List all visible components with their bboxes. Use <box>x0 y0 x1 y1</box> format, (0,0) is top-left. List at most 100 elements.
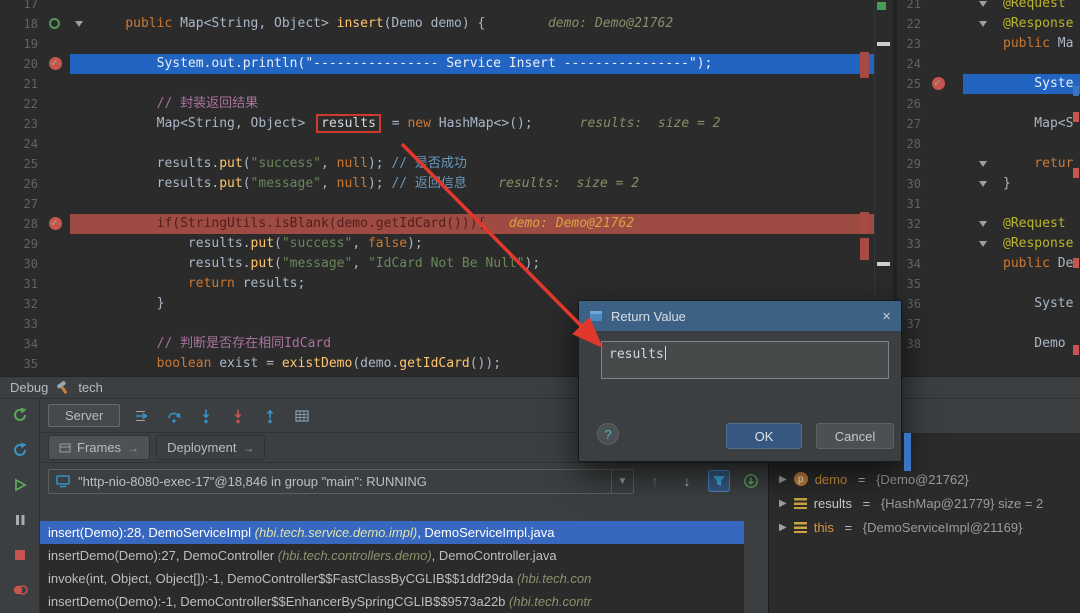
step-over-button[interactable] <box>164 407 184 425</box>
gutter[interactable]: 37 <box>897 314 963 334</box>
expand-chevron-icon[interactable]: ▶ <box>779 474 787 485</box>
expand-chevron-icon[interactable]: ▶ <box>779 522 787 533</box>
ok-button[interactable]: OK <box>726 423 802 449</box>
cancel-button[interactable]: Cancel <box>816 423 894 449</box>
code-text[interactable]: @Response <box>963 14 1080 34</box>
gutter[interactable]: 31 <box>0 274 70 294</box>
gutter[interactable]: 35 <box>897 274 963 294</box>
code-text[interactable]: results.put("success", null); // 是否成功 <box>70 154 874 174</box>
gutter[interactable]: 36 <box>897 294 963 314</box>
variables-scrollbar-thumb[interactable] <box>904 433 911 471</box>
code-text[interactable]: System.out.println("---------------- Ser… <box>70 54 874 74</box>
editor-pane-right[interactable]: 21@Request22@Response23public Ma2425 Sys… <box>897 0 1080 376</box>
tab-server[interactable]: Server <box>48 404 120 427</box>
tab-deployment[interactable]: Deployment → <box>156 435 265 460</box>
bean-icon[interactable] <box>49 18 60 29</box>
code-text[interactable]: @Request <box>963 0 1080 14</box>
resume-button[interactable] <box>12 477 28 493</box>
code-text[interactable] <box>963 134 1080 154</box>
stack-frame-row[interactable]: insertDemo(Demo):-1, DemoController$$Enh… <box>40 590 744 613</box>
code-text[interactable]: Demo <box>963 334 1080 354</box>
gutter[interactable]: 29 <box>0 234 70 254</box>
gutter[interactable]: 28 <box>897 134 963 154</box>
gutter[interactable]: 21 <box>0 74 70 94</box>
thread-dump-button[interactable] <box>740 470 762 492</box>
tab-frames[interactable]: Frames → <box>48 435 150 460</box>
code-text[interactable]: Syste <box>963 294 1080 314</box>
code-text[interactable]: public Map<String, Object> insert(Demo d… <box>70 14 874 34</box>
code-text[interactable]: public Ma <box>963 34 1080 54</box>
gutter[interactable]: 22 <box>0 94 70 114</box>
code-text[interactable]: retur <box>963 154 1080 174</box>
code-text[interactable] <box>963 194 1080 214</box>
code-text[interactable] <box>70 74 874 94</box>
gutter[interactable]: 31 <box>897 194 963 214</box>
gutter[interactable]: 38 <box>897 334 963 354</box>
code-text[interactable] <box>963 54 1080 74</box>
code-text[interactable] <box>963 274 1080 294</box>
code-text[interactable]: results.put("message", null); // 返回信息 re… <box>70 174 874 194</box>
next-frame-button[interactable]: ↓ <box>676 470 698 492</box>
chevron-down-icon[interactable]: ▼ <box>611 470 633 493</box>
gutter[interactable]: 25 <box>897 74 963 94</box>
redeploy-button[interactable] <box>12 442 28 458</box>
code-text[interactable]: Map<S <box>963 114 1080 134</box>
gutter[interactable]: 18 <box>0 14 70 34</box>
code-text[interactable]: Syste <box>963 74 1080 94</box>
gutter[interactable]: 28 <box>0 214 70 234</box>
stack-frame-row[interactable]: invoke(int, Object, Object[]):-1, DemoCo… <box>40 567 744 590</box>
gutter[interactable]: 30 <box>897 174 963 194</box>
gutter[interactable]: 35 <box>0 354 70 374</box>
breakpoint-icon[interactable] <box>49 217 62 230</box>
code-text[interactable] <box>963 94 1080 114</box>
breakpoint-icon[interactable] <box>49 57 62 70</box>
code-text[interactable]: results.put("message", "IdCard Not Be Nu… <box>70 254 874 274</box>
gutter[interactable]: 23 <box>0 114 70 134</box>
variable-row[interactable]: ▶results = {HashMap@21779} size = 2 <box>769 491 1080 515</box>
gutter[interactable]: 29 <box>897 154 963 174</box>
code-text[interactable]: // 封装返回结果 <box>70 94 874 114</box>
gutter[interactable]: 32 <box>0 294 70 314</box>
code-text[interactable]: @Response <box>963 234 1080 254</box>
code-text[interactable]: return results; <box>70 274 874 294</box>
gutter[interactable]: 21 <box>897 0 963 14</box>
dialog-title-bar[interactable]: Return Value × <box>579 301 901 331</box>
gutter[interactable]: 27 <box>0 194 70 214</box>
gutter[interactable]: 33 <box>0 314 70 334</box>
step-out-button[interactable] <box>260 407 280 425</box>
gutter[interactable]: 34 <box>897 254 963 274</box>
code-text[interactable]: } <box>963 174 1080 194</box>
close-icon[interactable]: × <box>882 308 891 325</box>
code-text[interactable] <box>70 34 874 54</box>
force-step-into-button[interactable] <box>228 407 248 425</box>
code-text[interactable] <box>70 134 874 154</box>
debug-config-tab[interactable]: tech <box>78 380 103 395</box>
code-text[interactable]: results.put("success", false); <box>70 234 874 254</box>
breakpoint-icon[interactable] <box>932 77 945 90</box>
gutter[interactable]: 25 <box>0 154 70 174</box>
gutter[interactable]: 27 <box>897 114 963 134</box>
stack-frame-row[interactable]: insertDemo(Demo):27, DemoController (hbi… <box>40 544 744 567</box>
help-button[interactable]: ? <box>597 423 619 445</box>
previous-frame-button[interactable]: ↑ <box>644 470 666 492</box>
return-value-input[interactable]: results <box>601 341 889 379</box>
stop-button[interactable] <box>12 547 28 563</box>
step-into-button[interactable] <box>196 407 216 425</box>
code-text[interactable]: Map<String, Object> results = new HashMa… <box>70 114 874 134</box>
gutter[interactable]: 34 <box>0 334 70 354</box>
code-text[interactable] <box>963 314 1080 334</box>
gutter[interactable]: 24 <box>0 134 70 154</box>
pause-button[interactable] <box>12 512 28 528</box>
gutter[interactable]: 20 <box>0 54 70 74</box>
gutter[interactable]: 24 <box>897 54 963 74</box>
variable-row[interactable]: ▶this = {DemoServiceImpl@21169} <box>769 515 1080 539</box>
show-execution-point-button[interactable] <box>132 407 152 425</box>
gutter[interactable]: 26 <box>897 94 963 114</box>
view-breakpoints-button[interactable] <box>12 582 28 598</box>
gutter[interactable]: 32 <box>897 214 963 234</box>
rerun-button[interactable] <box>12 407 28 423</box>
code-text[interactable]: if(StringUtils.isBlank(demo.getIdCard())… <box>70 214 874 234</box>
gutter[interactable]: 26 <box>0 174 70 194</box>
gutter[interactable]: 19 <box>0 34 70 54</box>
gutter[interactable]: 33 <box>897 234 963 254</box>
